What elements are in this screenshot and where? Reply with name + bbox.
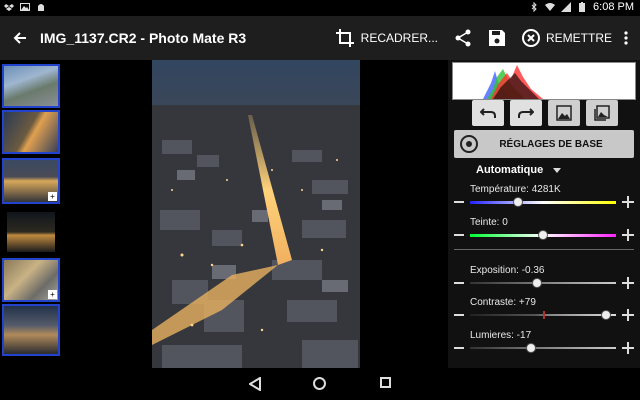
share-icon — [455, 29, 471, 47]
undo-icon — [480, 108, 496, 118]
filmstrip-thumb[interactable] — [2, 304, 60, 356]
slider-label: Contraste: +79 — [470, 297, 536, 308]
radio-target-icon — [460, 135, 478, 153]
plus-icon[interactable] — [622, 229, 634, 241]
share-button[interactable] — [446, 16, 480, 60]
crop-label: RECADRER... — [360, 31, 438, 45]
nav-back-icon[interactable] — [249, 377, 261, 391]
reset-button[interactable]: REMETTRE — [514, 16, 620, 60]
status-left-icons — [4, 2, 46, 12]
slider-label: Exposition: -0.36 — [470, 265, 545, 276]
slider-thumb[interactable] — [538, 230, 548, 240]
image-icon — [20, 3, 30, 11]
city-night-photo — [152, 60, 360, 368]
status-bar: 6:08 PM — [0, 0, 640, 16]
overflow-menu-button[interactable] — [620, 16, 640, 60]
histogram-graph — [483, 65, 543, 99]
battery-icon — [579, 2, 586, 12]
slider-track[interactable] — [470, 347, 616, 349]
nav-home-icon[interactable] — [313, 377, 326, 390]
slider-track[interactable] — [470, 201, 616, 204]
slider-thumb[interactable] — [526, 343, 537, 353]
reset-label: REMETTRE — [546, 31, 612, 45]
bluetooth-icon — [531, 2, 537, 12]
plus-icon[interactable] — [622, 309, 634, 321]
adjustments-panel: RÉGLAGES DE BASE Automatique Température… — [448, 60, 640, 368]
thumbnail-image — [4, 66, 58, 106]
filmstrip-thumb[interactable]: + — [2, 258, 60, 302]
save-button[interactable] — [480, 16, 514, 60]
default-marker — [543, 311, 545, 319]
minus-icon[interactable] — [454, 314, 464, 316]
minus-icon[interactable] — [454, 347, 464, 349]
thumbnail-image — [4, 112, 58, 152]
preset-button[interactable]: RÉGLAGES DE BASE — [454, 130, 634, 158]
filmstrip-thumb-selected[interactable]: + — [2, 158, 60, 204]
preset-label: RÉGLAGES DE BASE — [499, 138, 603, 150]
nav-recents-icon[interactable] — [380, 377, 391, 388]
thumbnail-image — [7, 212, 55, 252]
page-title: IMG_1137.CR2 - Photo Mate R3 — [40, 30, 247, 46]
image-icon — [556, 105, 572, 121]
caret-down-icon — [553, 167, 562, 173]
compare-image-icon — [594, 105, 610, 121]
filmstrip: + + — [0, 60, 62, 368]
slider-track[interactable] — [470, 282, 616, 284]
plus-icon[interactable] — [622, 196, 634, 208]
histogram — [452, 62, 636, 100]
tint-slider: Teinte: 0 — [448, 217, 640, 253]
compare-button[interactable] — [586, 100, 618, 126]
plus-icon[interactable] — [622, 277, 634, 289]
photo-preview[interactable] — [152, 60, 360, 368]
status-right-icons: 6:08 PM — [529, 1, 634, 13]
exposure-slider: Exposition: -0.36 — [448, 265, 640, 301]
slider-label: Teinte: 0 — [470, 217, 508, 228]
signal-icon — [561, 2, 572, 12]
divider — [454, 249, 634, 250]
slider-label: Lumieres: -17 — [470, 330, 532, 341]
crop-button[interactable]: RECADRER... — [327, 16, 446, 60]
thumbnail-image — [4, 306, 58, 354]
edit-tools — [472, 100, 618, 126]
slider-thumb[interactable] — [513, 197, 524, 207]
mode-dropdown[interactable]: Automatique — [476, 164, 562, 176]
app-toolbar: IMG_1137.CR2 - Photo Mate R3 RECADRER...… — [0, 16, 640, 60]
slider-label: Température: 4281K — [470, 184, 561, 195]
slider-thumb[interactable] — [600, 310, 611, 320]
system-nav-bar — [0, 368, 640, 400]
android-icon — [38, 4, 44, 11]
redo-icon — [518, 108, 534, 118]
edited-badge: + — [48, 192, 57, 201]
filmstrip-thumb[interactable] — [5, 210, 57, 254]
save-icon — [489, 30, 505, 46]
cancel-circle-icon — [522, 29, 540, 47]
mode-label: Automatique — [476, 164, 544, 176]
plus-icon[interactable] — [622, 342, 634, 354]
filmstrip-thumb[interactable] — [2, 64, 60, 108]
minus-icon[interactable] — [454, 234, 464, 236]
original-image-button[interactable] — [548, 100, 580, 126]
status-time: 6:08 PM — [593, 1, 634, 13]
arrow-left-icon — [13, 32, 26, 44]
back-button[interactable] — [0, 16, 40, 60]
lights-slider: Lumieres: -17 — [448, 330, 640, 366]
dropbox-icon — [4, 4, 14, 11]
temperature-slider: Température: 4281K — [448, 184, 640, 220]
filmstrip-thumb[interactable] — [2, 110, 60, 154]
slider-thumb[interactable] — [532, 278, 543, 288]
contrast-slider: Contraste: +79 — [448, 297, 640, 333]
undo-button[interactable] — [472, 100, 504, 126]
minus-icon[interactable] — [454, 282, 464, 284]
minus-icon[interactable] — [454, 201, 464, 203]
wifi-icon — [545, 3, 556, 11]
redo-button[interactable] — [510, 100, 542, 126]
crop-icon — [335, 29, 354, 47]
edited-badge: + — [48, 290, 57, 299]
more-vert-icon — [624, 31, 628, 45]
